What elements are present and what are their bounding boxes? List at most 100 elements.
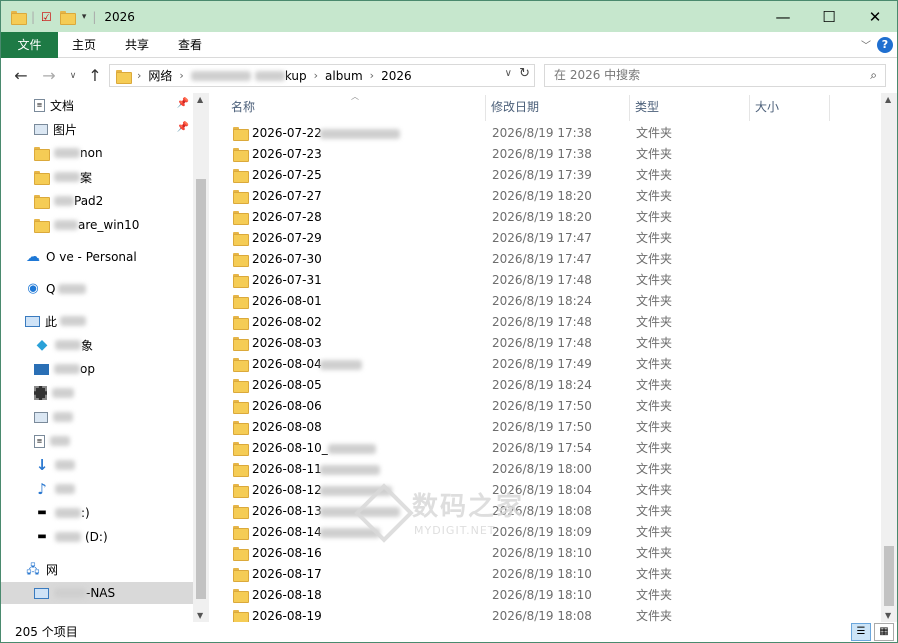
tab-file[interactable]: 文件 xyxy=(1,32,58,58)
nav-item-pictures[interactable] xyxy=(1,406,193,428)
file-row[interactable]: 2026-07-27 2026/8/19 18:20 文件夹 xyxy=(231,186,871,207)
file-type: 文件夹 xyxy=(636,252,673,266)
breadcrumb-2026[interactable]: 2026 xyxy=(381,69,412,83)
file-row[interactable]: 2026-07-31 2026/8/19 17:48 文件夹 xyxy=(231,270,871,291)
nav-item-onedrive[interactable]: ☁ O ve - Personal xyxy=(1,246,193,268)
address-dropdown-icon[interactable]: ∨ xyxy=(505,68,512,79)
nav-item-folder[interactable]: 案 xyxy=(1,166,193,188)
column-divider[interactable] xyxy=(749,95,750,121)
search-input[interactable]: 在 2026 中搜索 ⌕ xyxy=(544,64,886,87)
breadcrumb-backup[interactable]: kup xyxy=(285,69,307,83)
column-divider[interactable] xyxy=(485,95,486,121)
help-icon[interactable]: ? xyxy=(877,37,893,53)
refresh-icon[interactable]: ↻ xyxy=(519,66,530,81)
file-row[interactable]: 2026-07-29 2026/8/19 17:47 文件夹 xyxy=(231,228,871,249)
nav-item-downloads[interactable]: ↓ xyxy=(1,454,193,476)
minimize-button[interactable]: — xyxy=(760,1,806,32)
file-row[interactable]: 2026-08-16 2026/8/19 18:10 文件夹 xyxy=(231,543,871,564)
file-modified-date: 2026/8/19 18:10 xyxy=(492,546,592,560)
file-row[interactable]: 2026-07-28 2026/8/19 18:20 文件夹 xyxy=(231,207,871,228)
column-divider[interactable] xyxy=(829,95,830,121)
scroll-down-icon[interactable]: ▼ xyxy=(885,611,891,620)
chevron-down-icon[interactable]: ﹀ xyxy=(861,37,871,52)
nav-item-network[interactable]: 🖧 网 xyxy=(1,558,193,580)
file-row[interactable]: 2026-08-02 2026/8/19 17:48 文件夹 xyxy=(231,312,871,333)
file-row[interactable]: 2026-08-17 2026/8/19 18:10 文件夹 xyxy=(231,564,871,585)
file-list-scroll-thumb[interactable] xyxy=(884,546,894,606)
nav-item-desktop[interactable]: op xyxy=(1,358,193,380)
nav-item-documents[interactable]: ≡ xyxy=(1,430,193,452)
column-header-type[interactable]: 类型 xyxy=(635,93,659,123)
file-row[interactable]: 2026-08-11 2026/8/19 18:00 文件夹 xyxy=(231,459,871,480)
file-row[interactable]: 2026-08-04 2026/8/19 17:49 文件夹 xyxy=(231,354,871,375)
file-row[interactable]: 2026-07-30 2026/8/19 17:47 文件夹 xyxy=(231,249,871,270)
file-row[interactable]: 2026-08-14 2026/8/19 18:09 文件夹 xyxy=(231,522,871,543)
nav-item-folder[interactable]: are_win10 xyxy=(1,214,193,236)
column-header-name[interactable]: 名称 xyxy=(231,93,255,123)
tab-home[interactable]: 主页 xyxy=(71,32,97,58)
file-row[interactable]: 2026-08-05 2026/8/19 18:24 文件夹 xyxy=(231,375,871,396)
large-icons-view-icon[interactable]: ▦ xyxy=(874,623,894,641)
nav-item-music[interactable]: ♪ xyxy=(1,478,193,500)
nav-item-qq[interactable]: ◉ Q xyxy=(1,278,193,300)
details-view-icon[interactable]: ☰ xyxy=(851,623,871,641)
customize-toolbar-icon[interactable]: ▾ xyxy=(82,12,87,22)
new-folder-icon[interactable] xyxy=(59,10,76,25)
file-name: 2026-08-05 xyxy=(252,378,322,392)
nav-item-folder[interactable]: Pad2 xyxy=(1,190,193,212)
file-row[interactable]: 2026-08-13 2026/8/19 18:08 文件夹 xyxy=(231,501,871,522)
folder-icon xyxy=(233,211,249,225)
breadcrumb-separator-icon[interactable]: › xyxy=(137,69,141,82)
recent-locations-icon[interactable]: ∨ xyxy=(63,66,83,86)
file-row[interactable]: 2026-08-01 2026/8/19 18:24 文件夹 xyxy=(231,291,871,312)
tab-view[interactable]: 查看 xyxy=(177,32,203,58)
breadcrumb-separator-icon[interactable]: › xyxy=(179,69,183,82)
column-divider[interactable] xyxy=(629,95,630,121)
file-row[interactable]: 2026-07-22 2026/8/19 17:38 文件夹 xyxy=(231,123,871,144)
breadcrumb-separator-icon[interactable]: › xyxy=(314,69,318,82)
file-row[interactable]: 2026-08-08 2026/8/19 17:50 文件夹 xyxy=(231,417,871,438)
nav-item-folder[interactable]: non xyxy=(1,142,193,164)
file-type: 文件夹 xyxy=(636,147,673,161)
file-row[interactable]: 2026-07-23 2026/8/19 17:38 文件夹 xyxy=(231,144,871,165)
breadcrumb-network[interactable]: 网络 xyxy=(148,67,172,84)
file-row[interactable]: 2026-08-19 2026/8/19 18:08 文件夹 xyxy=(231,606,871,622)
scroll-up-icon[interactable]: ▲ xyxy=(197,95,203,104)
column-header-size[interactable]: 大小 xyxy=(755,93,779,123)
nav-item-this-pc[interactable]: 此 xyxy=(1,310,193,332)
pin-icon[interactable]: 📌 xyxy=(177,122,189,133)
scroll-up-icon[interactable]: ▲ xyxy=(885,95,891,104)
file-row[interactable]: 2026-08-18 2026/8/19 18:10 文件夹 xyxy=(231,585,871,606)
properties-icon[interactable]: ☑ xyxy=(41,10,52,24)
breadcrumb-album[interactable]: album xyxy=(325,69,363,83)
nav-item-3d-objects[interactable]: ◆ 象 xyxy=(1,334,193,356)
nav-item-drive-c[interactable]: ▬ :) xyxy=(1,502,193,524)
column-header-modified[interactable]: 修改日期 xyxy=(491,93,539,123)
file-type: 文件夹 xyxy=(636,315,673,329)
file-row[interactable]: 2026-08-12 2026/8/19 18:04 文件夹 xyxy=(231,480,871,501)
breadcrumb-separator-icon[interactable]: › xyxy=(370,69,374,82)
file-name: 2026-07-30 xyxy=(252,252,322,266)
file-row[interactable]: 2026-08-03 2026/8/19 17:48 文件夹 xyxy=(231,333,871,354)
tab-share[interactable]: 共享 xyxy=(124,32,150,58)
file-modified-date: 2026/8/19 18:20 xyxy=(492,189,592,203)
file-row[interactable]: 2026-08-06 2026/8/19 17:50 文件夹 xyxy=(231,396,871,417)
file-row[interactable]: 2026-08-10_ 2026/8/19 17:54 文件夹 xyxy=(231,438,871,459)
scroll-down-icon[interactable]: ▼ xyxy=(197,611,203,620)
up-arrow-icon[interactable]: ↑ xyxy=(85,66,105,86)
nav-item-documents[interactable]: ≡ 文档 📌 xyxy=(1,94,193,116)
back-arrow-icon[interactable]: ← xyxy=(11,66,31,86)
file-list-scrollbar[interactable]: ▲ ▼ xyxy=(881,93,897,622)
file-row[interactable]: 2026-07-25 2026/8/19 17:39 文件夹 xyxy=(231,165,871,186)
forward-arrow-icon[interactable]: → xyxy=(39,66,59,86)
pin-icon[interactable]: 📌 xyxy=(177,98,189,109)
nav-item-videos[interactable] xyxy=(1,382,193,404)
maximize-button[interactable]: ☐ xyxy=(806,1,852,32)
address-bar[interactable]: › 网络 › kup › album › 2026 ∨ ↻ xyxy=(109,64,535,87)
nav-item-pictures[interactable]: 图片 📌 xyxy=(1,118,193,140)
nav-item-nas[interactable]: -NAS xyxy=(1,582,193,604)
close-button[interactable]: ✕ xyxy=(852,1,898,32)
search-icon[interactable]: ⌕ xyxy=(870,65,877,86)
nav-scroll-thumb[interactable] xyxy=(196,179,206,599)
nav-item-drive-d[interactable]: ▬ (D:) xyxy=(1,526,193,548)
